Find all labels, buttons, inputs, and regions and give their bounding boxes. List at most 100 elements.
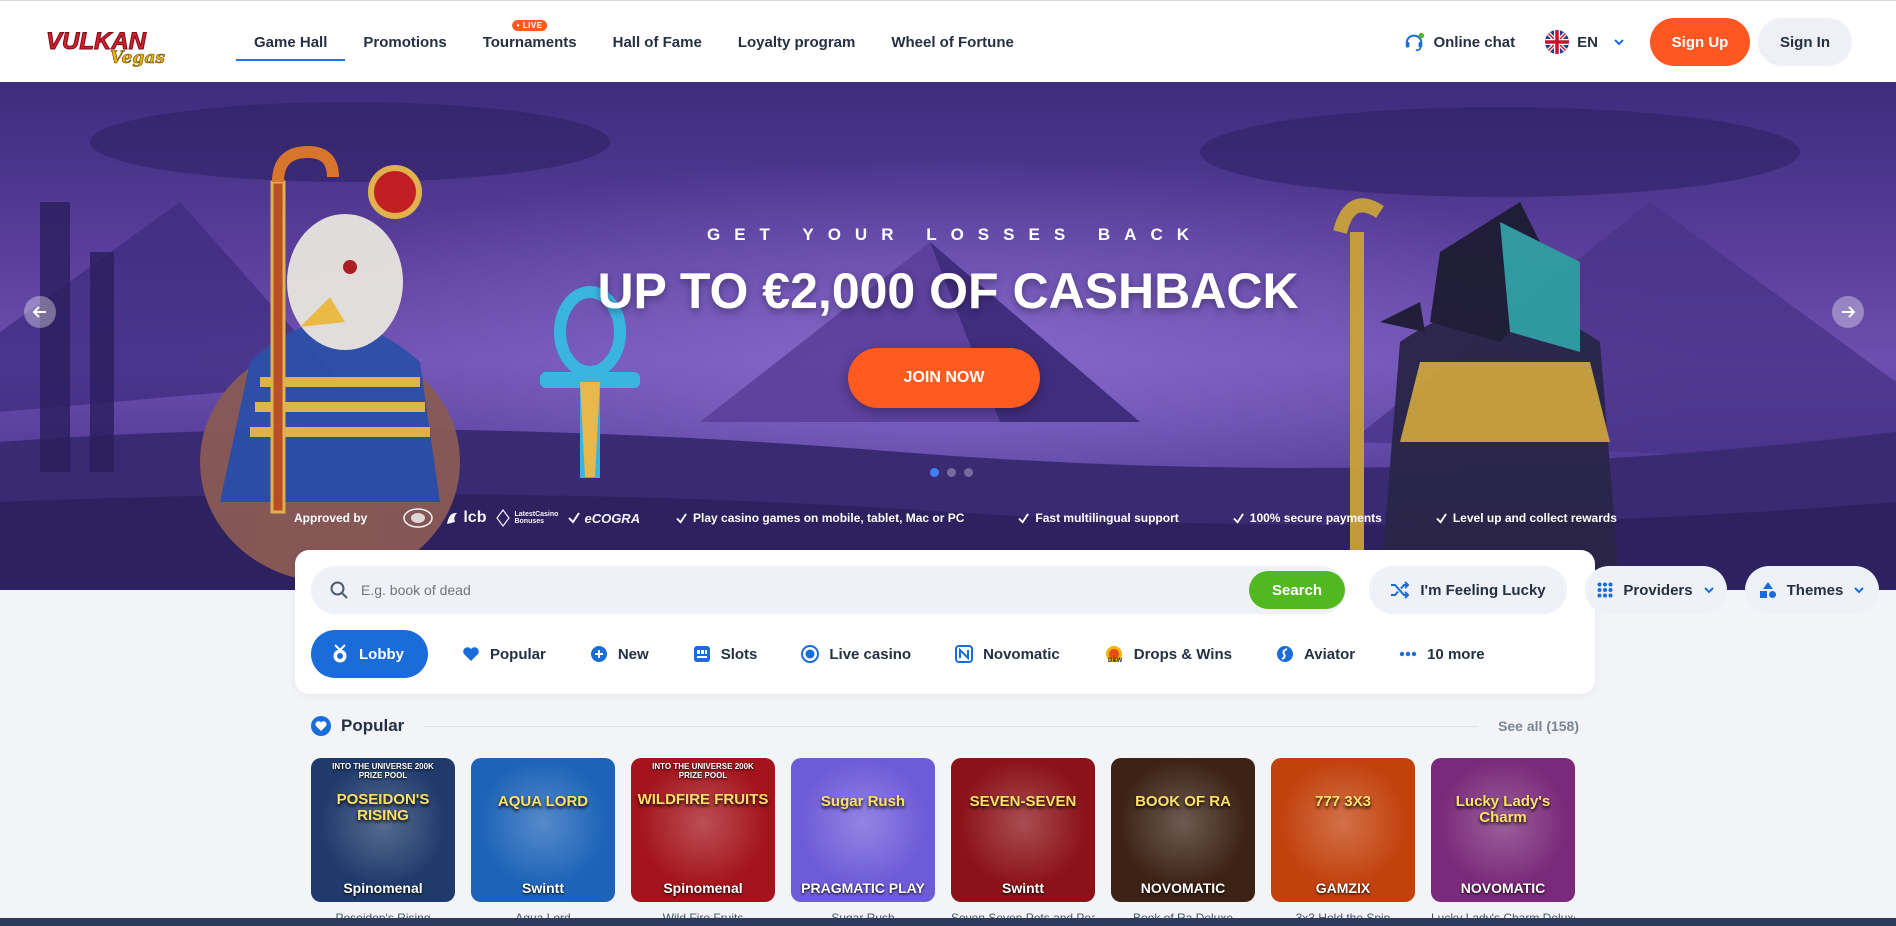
tab-drops-wins[interactable]: D&W Drops & Wins [1082,630,1254,678]
game-art-title: 777 3X3 [1315,793,1371,810]
online-chat-label: Online chat [1433,33,1516,51]
popular-section-header: Popular See all (158) [311,714,1579,738]
tab-aviator[interactable]: Aviator [1254,630,1377,678]
game-provider-label: NOVOMATIC [1460,880,1546,896]
sign-up-button[interactable]: Sign Up [1650,18,1750,66]
bottom-bar [0,918,1896,926]
check-icon [1436,512,1447,524]
chevron-down-icon [1703,587,1714,594]
game-promo-banner: INTO THE UNIVERSE 200K PRIZE POOL [652,762,754,781]
tab-popular[interactable]: Popular [440,630,568,678]
nav-wheel-of-fortune[interactable]: Wheel of Fortune [873,1,1032,83]
feeling-lucky-label: I'm Feeling Lucky [1420,581,1546,599]
game-provider-label: GAMZIX [1315,880,1371,896]
nav-game-hall[interactable]: Game Hall [236,1,346,83]
online-chat-button[interactable]: Online chat [1403,31,1515,53]
nav-loyalty-program[interactable]: Loyalty program [720,1,874,83]
game-tile[interactable]: Sugar Rush PRAGMATIC PLAY [791,758,935,902]
shuffle-icon [1391,581,1410,599]
game-tile[interactable]: INTO THE UNIVERSE 200K PRIZE POOL WILDFIR… [631,758,775,902]
game-art-title: POSEIDON'S RISING [336,791,430,824]
carousel-dot[interactable] [930,468,939,477]
live-badge: • LIVE [511,20,548,31]
game-tile[interactable]: 777 3X3 GAMZIX [1271,758,1415,902]
tab-lobby[interactable]: Lobby [311,630,428,678]
tab-slots[interactable]: Slots [671,630,780,678]
tab-label: Live casino [829,645,912,663]
game-tile[interactable]: AQUA LORD Swintt [471,758,615,902]
tab-novomatic[interactable]: Novomatic [933,630,1082,678]
nav-label: Hall of Fame [612,33,702,51]
approved-by-bar: Approved by lcb LatestCasino Bonuses eCO… [294,508,650,528]
site-header: VULKAN Vegas Game Hall Promotions • LIVE… [0,0,1896,82]
game-tile[interactable]: Lucky Lady's Charm NOVOMATIC [1431,758,1575,902]
game-tile[interactable]: INTO THE UNIVERSE 200K PRIZE POOL POSEIDO… [311,758,455,902]
tab-label: Novomatic [983,645,1060,663]
grid-icon [1597,582,1613,598]
search-field[interactable] [311,566,1345,614]
approved-by-label: Approved by [294,511,368,525]
hero-subtitle: GET YOUR LOSSES BACK [707,225,1203,244]
feeling-lucky-button[interactable]: I'm Feeling Lucky [1369,566,1567,614]
game-provider-label: Spinomenal [343,880,423,896]
game-art-title: Lucky Lady's Charm [1455,793,1551,826]
chevron-down-icon [1854,587,1865,594]
game-search-panel: Search I'm Feeling Lucky Providers Theme… [295,550,1879,694]
feature-item: Play casino games on mobile, tablet, Mac… [676,511,964,525]
game-provider-label: PRAGMATIC PLAY [801,880,925,896]
heart-icon [311,716,331,736]
shapes-icon [1759,582,1776,598]
see-all-link[interactable]: See all (158) [1498,718,1579,734]
feature-label: Fast multilingual support [1035,511,1179,525]
headset-icon [1406,32,1425,52]
nav-label: Game Hall [254,33,328,51]
language-label: EN [1577,33,1598,51]
tab-new[interactable]: New [568,630,671,678]
tab-label: Slots [720,645,758,663]
popular-title: Popular [341,716,405,735]
search-icon [330,581,348,599]
latestcasino-bonuses-logo: LatestCasino Bonuses [496,509,558,527]
lcb-logo: lcb [445,509,486,527]
feature-label: Play casino games on mobile, tablet, Mac… [693,511,965,525]
game-provider-label: NOVOMATIC [1140,880,1226,896]
join-now-button[interactable]: JOIN NOW [848,348,1040,408]
game-art-title: BOOK OF RA [1135,793,1231,810]
themes-dropdown[interactable]: Themes [1745,566,1879,614]
game-art-title: Sugar Rush [820,793,906,810]
vulkan-vegas-logo[interactable]: VULKAN Vegas [44,19,166,69]
carousel-dot[interactable] [964,468,973,477]
hero-title: UP TO €2,000 OF CASHBACK [597,263,1299,319]
nav-hall-of-fame[interactable]: Hall of Fame [595,1,720,83]
feature-label: 100% secure payments [1249,511,1382,525]
sign-in-button[interactable]: Sign In [1758,18,1852,66]
search-input[interactable] [361,582,921,598]
svg-text:Vegas: Vegas [110,48,165,68]
tab-live-casino[interactable]: Live casino [779,630,933,678]
heart-icon [463,647,479,661]
game-provider-label: Swintt [522,880,564,896]
header-actions: Online chat EN Sign Up Sign In [1403,1,1852,83]
more-dots-icon [1399,651,1417,657]
game-art-title: AQUA LORD [497,793,589,810]
tab-more[interactable]: 10 more [1377,630,1507,678]
lcb-text: lcb [463,509,487,526]
language-selector[interactable]: EN [1545,30,1626,54]
search-button[interactable]: Search [1249,571,1345,609]
game-tile[interactable]: BOOK OF RA NOVOMATIC [1111,758,1255,902]
chevron-down-icon [1614,39,1624,46]
features-bar: Play casino games on mobile, tablet, Mac… [676,508,1617,528]
game-provider-label: Swintt [1002,880,1044,896]
main-nav: Game Hall Promotions • LIVE Tournaments … [236,1,1032,83]
divider [424,725,1479,727]
providers-dropdown[interactable]: Providers [1585,566,1727,614]
nav-tournaments[interactable]: • LIVE Tournaments [465,1,595,83]
carousel-dot[interactable] [947,468,956,477]
game-tile[interactable]: SEVEN-SEVEN Swintt [951,758,1095,902]
feature-item: Level up and collect rewards [1436,511,1617,525]
nav-promotions[interactable]: Promotions [345,1,464,83]
novomatic-icon [955,645,974,663]
svg-text:D&W: D&W [1108,658,1123,664]
uk-flag-icon [1545,30,1570,54]
feature-label: Level up and collect rewards [1452,511,1617,525]
